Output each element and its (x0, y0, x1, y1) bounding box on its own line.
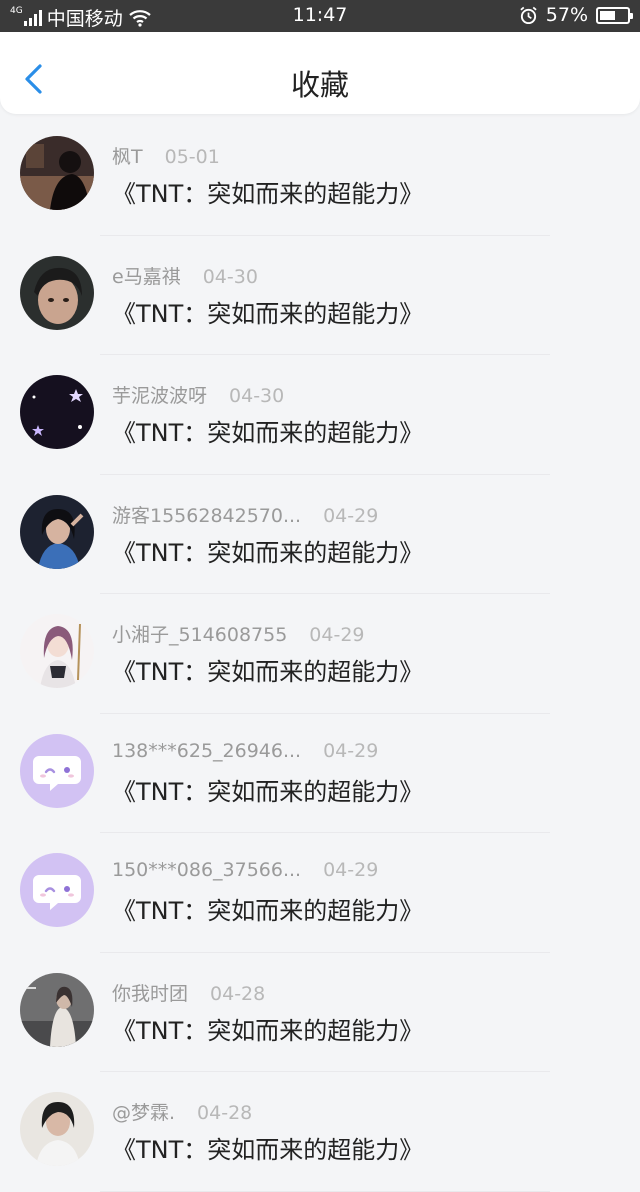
alarm-icon (520, 6, 537, 24)
username[interactable]: 你我时团 (112, 983, 188, 1005)
item-title[interactable]: 《TNT：突如而来的超能力》 (112, 1011, 423, 1046)
username[interactable]: 150***086_37566... (112, 859, 301, 881)
item-title[interactable]: 《TNT：突如而来的超能力》 (112, 413, 423, 448)
username[interactable]: @梦霖. (112, 1102, 175, 1124)
battery-percent: 57% (545, 4, 588, 26)
item-title[interactable]: 《TNT：突如而来的超能力》 (112, 174, 423, 209)
username[interactable]: e马嘉祺 (112, 266, 181, 288)
avatar[interactable] (20, 972, 94, 1047)
username[interactable]: 枫T (112, 146, 143, 168)
item-meta: 芋泥波波呀 04-30 (112, 381, 284, 408)
date: 04-28 (210, 982, 266, 1005)
list-item[interactable]: 枫T 05-01 《TNT：突如而来的超能力》 (0, 116, 640, 236)
avatar[interactable] (20, 1092, 94, 1166)
list-item[interactable]: e马嘉祺 04-30 《TNT：突如而来的超能力》 (0, 236, 640, 355)
list-item[interactable]: 小湘子_514608755 04-29 《TNT：突如而来的超能力》 (0, 594, 640, 714)
list-item[interactable]: 150***086_37566... 04-29 《TNT：突如而来的超能力》 (0, 833, 640, 953)
item-meta: e马嘉祺 04-30 (112, 262, 258, 289)
list-item[interactable]: 138***625_26946... 04-29 《TNT：突如而来的超能力》 (0, 714, 640, 833)
avatar[interactable] (20, 375, 94, 449)
username[interactable]: 芋泥波波呀 (112, 385, 207, 407)
list-item[interactable]: 游客15562842570... 04-29 《TNT：突如而来的超能力》 (0, 475, 640, 594)
avatar[interactable] (20, 255, 94, 330)
item-title[interactable]: 《TNT：突如而来的超能力》 (112, 294, 423, 329)
date: 04-30 (229, 385, 285, 407)
battery-icon (596, 6, 633, 24)
item-meta: 枫T 05-01 (112, 142, 220, 169)
username[interactable]: 138***625_26946... (112, 740, 301, 762)
item-title[interactable]: 《TNT：突如而来的超能力》 (112, 533, 423, 568)
status-right: 57% (519, 4, 633, 26)
nav-header: 收藏 (0, 32, 640, 114)
list-item[interactable]: 你我时团 04-28 《TNT：突如而来的超能力》 (0, 953, 640, 1072)
item-meta: 游客15562842570... 04-29 (112, 501, 378, 528)
status-bar: 4G 中国移动 11:47 57% (0, 0, 640, 32)
item-meta: 小湘子_514608755 04-29 (112, 620, 365, 647)
list-item[interactable]: 芋泥波波呀 04-30 《TNT：突如而来的超能力》 (0, 355, 640, 475)
date: 04-28 (197, 1102, 253, 1124)
avatar[interactable] (20, 853, 94, 927)
item-meta: @梦霖. 04-28 (112, 1098, 252, 1125)
avatar[interactable] (20, 136, 94, 210)
date: 04-29 (309, 624, 365, 646)
item-title[interactable]: 《TNT：突如而来的超能力》 (112, 772, 423, 807)
avatar[interactable] (20, 733, 94, 808)
item-meta: 138***625_26946... 04-29 (112, 740, 378, 762)
divider (100, 1190, 550, 1192)
item-meta: 150***086_37566... 04-29 (112, 859, 378, 881)
date: 04-29 (323, 739, 379, 762)
item-title[interactable]: 《TNT：突如而来的超能力》 (112, 1130, 423, 1165)
username[interactable]: 小湘子_514608755 (112, 624, 287, 646)
username[interactable]: 游客15562842570... (112, 505, 301, 527)
battery-fill (600, 10, 615, 20)
date: 05-01 (164, 146, 220, 168)
date: 04-30 (202, 265, 258, 288)
list-item[interactable]: @梦霖. 04-28 《TNT：突如而来的超能力》 (0, 1072, 640, 1192)
item-title[interactable]: 《TNT：突如而来的超能力》 (112, 652, 423, 687)
avatar[interactable] (20, 494, 94, 569)
item-meta: 你我时团 04-28 (112, 979, 265, 1006)
date: 04-29 (323, 504, 379, 527)
item-title[interactable]: 《TNT：突如而来的超能力》 (112, 891, 423, 926)
page-title: 收藏 (290, 68, 349, 102)
favorites-list: 枫T 05-01 《TNT：突如而来的超能力》 e马嘉祺 04-30 《TNT：突如而来的… (0, 116, 640, 1192)
avatar[interactable] (20, 614, 94, 688)
date: 04-29 (323, 859, 379, 881)
